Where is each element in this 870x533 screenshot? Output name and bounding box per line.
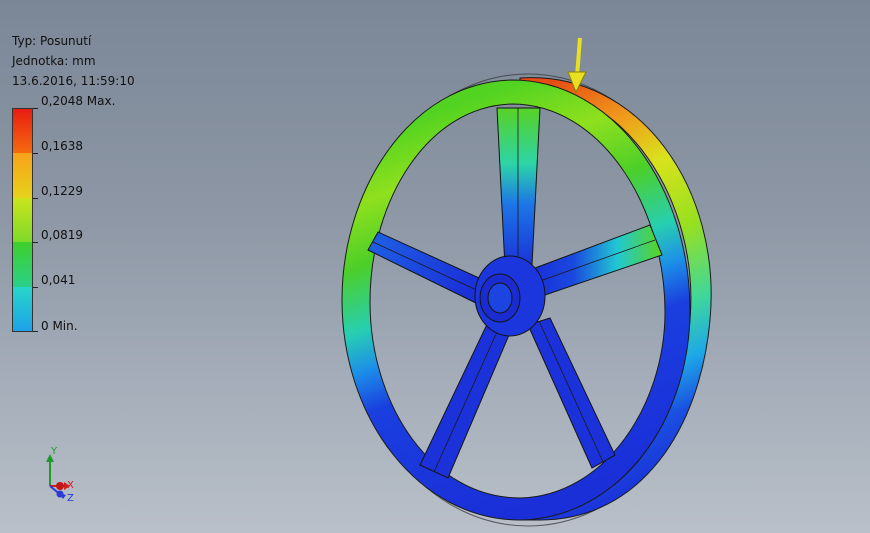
triad-axes-icon [46, 454, 70, 499]
triad-y-label: Y [51, 446, 58, 457]
view-triad[interactable]: Y X Z [36, 446, 86, 506]
triad-z-label: Z [67, 493, 74, 504]
triad-x-label: X [67, 480, 74, 491]
graphics-viewport[interactable]: Typ: Posunutí Jednotka: mm 13.6.2016, 11… [0, 0, 870, 533]
wheel-model[interactable] [0, 0, 870, 533]
